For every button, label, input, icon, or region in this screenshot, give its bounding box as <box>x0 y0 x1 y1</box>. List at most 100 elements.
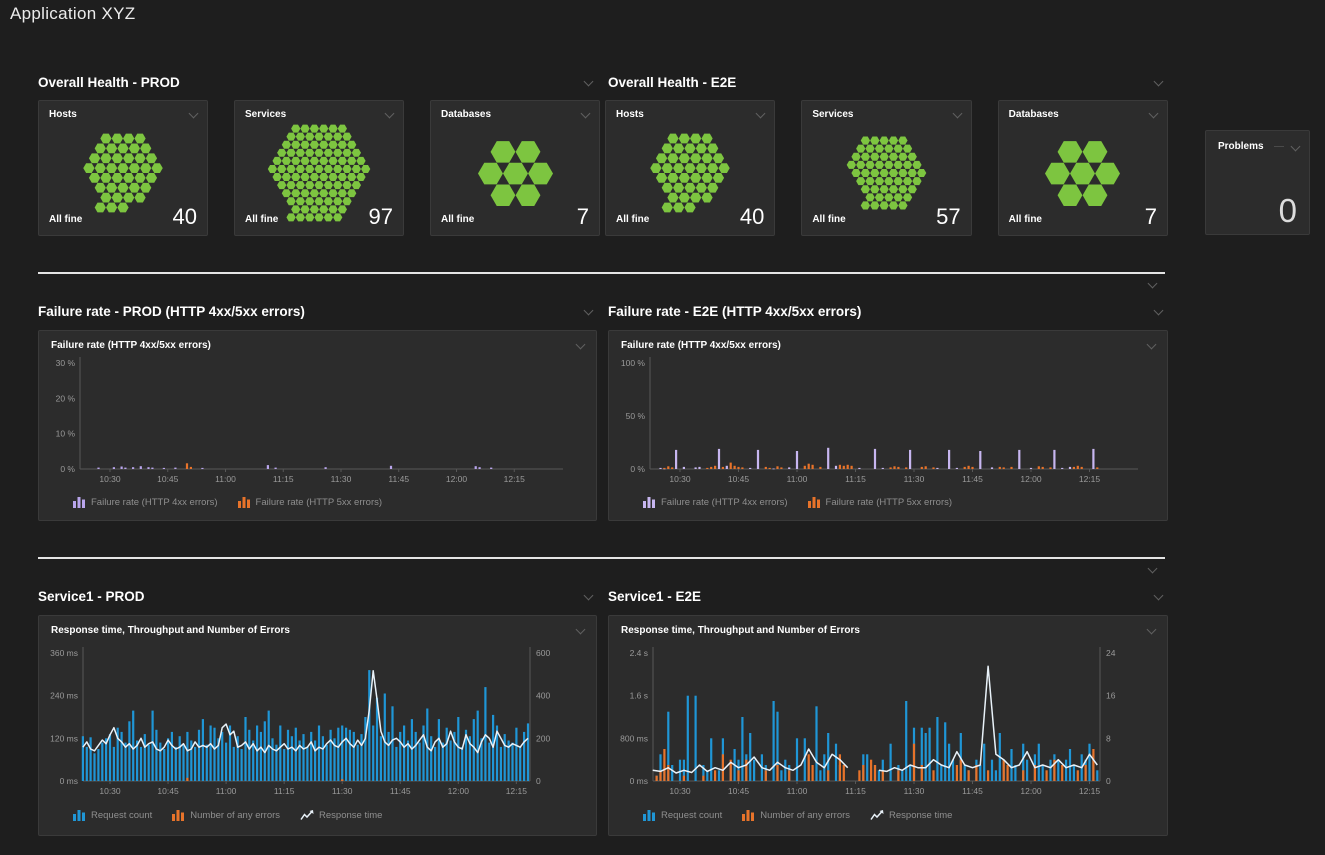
chevron-down-icon[interactable] <box>1153 306 1164 316</box>
health-tiles-e2e: Hosts All fine40 Services All fine57 Dat… <box>605 100 1168 236</box>
chevron-down-icon[interactable] <box>952 109 963 119</box>
honeycomb-chart[interactable] <box>431 119 599 227</box>
chevron-down-icon[interactable] <box>583 77 594 87</box>
svg-text:11:15: 11:15 <box>274 786 295 796</box>
svg-text:0: 0 <box>536 776 541 786</box>
legend-label: Response time <box>889 810 952 821</box>
health-tile-databases-e2e[interactable]: Databases All fine7 <box>998 100 1168 236</box>
honeycomb-chart[interactable] <box>606 119 774 227</box>
failure-rate-prod-chart[interactable]: 0 %10 %20 %30 %10:3010:4511:0011:1511:30… <box>40 353 596 485</box>
legend-label: Failure rate (HTTP 4xx errors) <box>91 497 218 508</box>
chart-legend: Failure rate (HTTP 4xx errors) Failure ra… <box>73 497 382 508</box>
chart-legend: Failure rate (HTTP 4xx errors) Failure ra… <box>643 497 952 508</box>
section-header-health-e2e: Overall Health - E2E <box>608 73 1164 91</box>
svg-text:12:15: 12:15 <box>506 786 528 796</box>
svg-text:10:30: 10:30 <box>99 474 121 484</box>
legend-label: Failure rate (HTTP 5xx errors) <box>256 497 383 508</box>
chevron-down-icon[interactable] <box>575 625 586 635</box>
svg-text:400: 400 <box>536 691 550 701</box>
dashboard-title: Application XYZ <box>10 4 135 24</box>
svg-text:12:15: 12:15 <box>504 474 526 484</box>
chevron-down-icon[interactable] <box>583 591 594 601</box>
svg-text:16: 16 <box>1106 691 1116 701</box>
legend-item[interactable]: Number of any errors <box>172 810 280 821</box>
section-header-service-prod: Service1 - PROD <box>38 587 594 605</box>
svg-text:10:30: 10:30 <box>669 786 691 796</box>
health-tile-services-e2e[interactable]: Services All fine57 <box>801 100 971 236</box>
svg-text:11:15: 11:15 <box>845 786 866 796</box>
legend-label: Number of any errors <box>190 810 280 821</box>
chart-title: Failure rate (HTTP 4xx/5xx errors) <box>51 340 211 351</box>
problems-trend-line <box>1274 146 1284 147</box>
section-title: Overall Health - PROD <box>38 75 180 90</box>
honeycomb-chart[interactable] <box>802 119 970 227</box>
honeycomb-chart[interactable] <box>235 119 403 227</box>
chart-title: Response time, Throughput and Number of … <box>621 625 860 636</box>
section-title: Failure rate - E2E (HTTP 4xx/5xx errors) <box>608 304 861 319</box>
honeycomb-chart[interactable] <box>999 119 1167 227</box>
health-tile-hosts-e2e[interactable]: Hosts All fine40 <box>605 100 775 236</box>
svg-text:12:00: 12:00 <box>448 786 470 796</box>
section-title: Service1 - E2E <box>608 589 701 604</box>
svg-text:10:45: 10:45 <box>728 786 750 796</box>
problems-tile[interactable]: Problems 0 <box>1205 130 1310 235</box>
legend-item[interactable]: Number of any errors <box>742 810 850 821</box>
chevron-down-icon[interactable] <box>188 109 199 119</box>
legend-item[interactable]: Request count <box>643 810 722 821</box>
svg-text:12:00: 12:00 <box>1020 786 1042 796</box>
health-tile-databases-prod[interactable]: Databases All fine7 <box>430 100 600 236</box>
section-title: Overall Health - E2E <box>608 75 736 90</box>
chevron-down-icon[interactable] <box>1153 591 1164 601</box>
section-header-failure-e2e: Failure rate - E2E (HTTP 4xx/5xx errors) <box>608 302 1164 320</box>
svg-text:0 %: 0 % <box>630 464 645 474</box>
svg-text:0: 0 <box>1106 776 1111 786</box>
problems-count: 0 <box>1279 192 1297 230</box>
health-tile-hosts-prod[interactable]: Hosts All fine40 <box>38 100 208 236</box>
chevron-down-icon[interactable] <box>384 109 395 119</box>
chevron-down-icon[interactable] <box>575 340 586 350</box>
chart-title: Response time, Throughput and Number of … <box>51 625 290 636</box>
chevron-down-icon[interactable] <box>1290 142 1301 152</box>
chevron-down-icon[interactable] <box>755 109 766 119</box>
honeycomb-chart[interactable] <box>39 119 207 227</box>
chevron-down-icon[interactable] <box>1153 77 1164 87</box>
service-e2e-chart[interactable]: 0 ms800 ms1.6 s2.4 s08162410:3010:4511:0… <box>610 642 1166 796</box>
chevron-down-icon[interactable] <box>580 109 591 119</box>
legend-item[interactable]: Response time <box>870 810 952 821</box>
svg-text:11:45: 11:45 <box>962 474 983 484</box>
service-prod-chart[interactable]: 0 ms120 ms240 ms360 ms020040060010:3010:… <box>40 642 596 796</box>
svg-text:8: 8 <box>1106 733 1111 743</box>
chevron-down-icon[interactable] <box>1147 564 1158 574</box>
svg-text:24: 24 <box>1106 648 1116 658</box>
chevron-down-icon[interactable] <box>1148 109 1159 119</box>
svg-text:11:45: 11:45 <box>962 786 983 796</box>
legend-item[interactable]: Failure rate (HTTP 4xx errors) <box>73 497 218 508</box>
chevron-down-icon[interactable] <box>583 306 594 316</box>
legend-item[interactable]: Response time <box>300 810 382 821</box>
chart-tile-service-prod: Response time, Throughput and Number of … <box>38 615 597 836</box>
svg-text:12:00: 12:00 <box>446 474 468 484</box>
chart-tile-service-e2e: Response time, Throughput and Number of … <box>608 615 1168 836</box>
chevron-down-icon[interactable] <box>1147 279 1158 289</box>
svg-text:30 %: 30 % <box>56 358 76 368</box>
svg-text:240 ms: 240 ms <box>50 691 78 701</box>
svg-text:11:00: 11:00 <box>787 474 808 484</box>
chevron-down-icon[interactable] <box>1146 340 1157 350</box>
legend-item[interactable]: Failure rate (HTTP 4xx errors) <box>643 497 788 508</box>
legend-item[interactable]: Request count <box>73 810 152 821</box>
legend-item[interactable]: Failure rate (HTTP 5xx errors) <box>808 497 953 508</box>
svg-text:11:00: 11:00 <box>787 786 808 796</box>
svg-text:2.4 s: 2.4 s <box>630 648 648 658</box>
legend-label: Request count <box>91 810 152 821</box>
chart-legend: Request count Number of any errors Respons… <box>73 810 382 821</box>
health-tile-services-prod[interactable]: Services All fine97 <box>234 100 404 236</box>
section-header-failure-prod: Failure rate - PROD (HTTP 4xx/5xx errors… <box>38 302 594 320</box>
chevron-down-icon[interactable] <box>1146 625 1157 635</box>
legend-label: Request count <box>661 810 722 821</box>
chart-tile-failure-e2e: Failure rate (HTTP 4xx/5xx errors) 0 %50… <box>608 330 1168 521</box>
section-divider <box>38 557 1165 559</box>
section-title: Failure rate - PROD (HTTP 4xx/5xx errors… <box>38 304 305 319</box>
legend-item[interactable]: Failure rate (HTTP 5xx errors) <box>238 497 383 508</box>
failure-rate-e2e-chart[interactable]: 0 %50 %100 %10:3010:4511:0011:1511:3011:… <box>610 353 1166 485</box>
section-title: Service1 - PROD <box>38 589 145 604</box>
